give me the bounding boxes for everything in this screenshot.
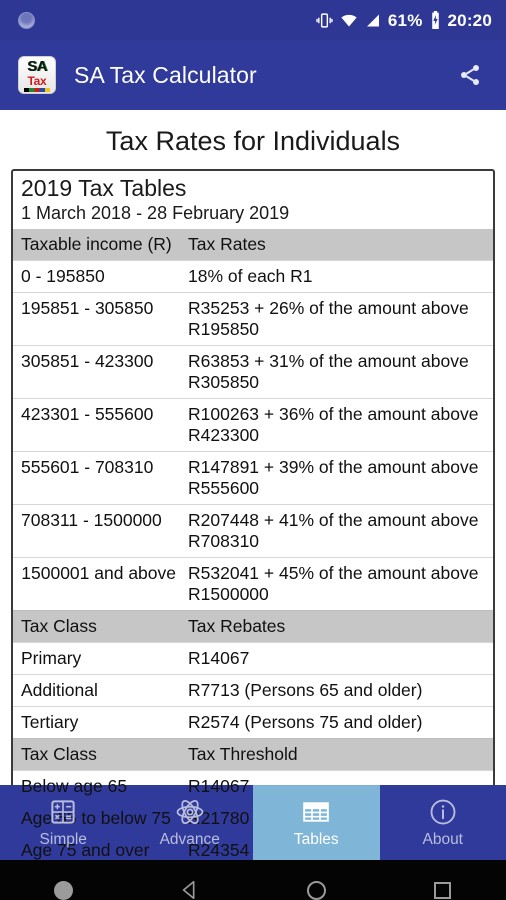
- cell-tax-class: Additional: [13, 674, 180, 707]
- app-bar: SA Tax SA Tax Calculator: [0, 40, 506, 110]
- tab-label: Simple: [39, 831, 87, 849]
- recents-button[interactable]: [380, 881, 506, 899]
- tab-simple[interactable]: Simple: [0, 785, 127, 860]
- tab-tables[interactable]: Tables: [253, 785, 380, 860]
- card-subtitle: 1 March 2018 - 28 February 2019: [21, 203, 290, 224]
- cell-tax-rebate: R14067: [180, 642, 493, 675]
- battery-charging-icon: [431, 11, 439, 29]
- app-logo-icon: SA Tax: [18, 56, 56, 94]
- cell-tax-class: Tertiary: [13, 706, 180, 739]
- tax-rates-table: Taxable income (R) Tax Rates 0 - 195850 …: [13, 229, 493, 867]
- cell-tax-rate: R63853 + 31% of the amount above R305850: [180, 345, 493, 399]
- assistant-button[interactable]: [0, 880, 127, 900]
- back-triangle-icon: [182, 880, 195, 900]
- cell-tax-class: Primary: [13, 642, 180, 675]
- vibrate-icon: [316, 12, 333, 28]
- bottom-tab-bar: Simple Advance Tables About: [0, 785, 506, 860]
- cell-tax-rate: R35253 + 26% of the amount above R195850: [180, 292, 493, 346]
- status-bar-left: [18, 11, 316, 29]
- app-screen: 61% 20:20 SA Tax SA Tax Calculator Tax R: [0, 0, 506, 900]
- tax-tables-card: 2019 Tax Tables 1 March 2018 - 28 Februa…: [11, 169, 495, 869]
- home-button[interactable]: [253, 880, 380, 900]
- column-header: Tax Class: [13, 610, 180, 643]
- app-logo-bottom-text: Tax: [27, 73, 47, 88]
- table-row: 0 - 195850 18% of each R1: [13, 260, 493, 293]
- tab-about[interactable]: About: [380, 785, 506, 860]
- notification-dot-icon: [18, 11, 35, 29]
- cellular-signal-icon: [366, 14, 379, 26]
- atom-icon: [176, 800, 204, 825]
- cell-income-band: 555601 - 708310: [13, 451, 180, 505]
- cell-tax-rate: R207448 + 41% of the amount above R70831…: [180, 504, 493, 558]
- cell-income-band: 305851 - 423300: [13, 345, 180, 399]
- back-button[interactable]: [127, 879, 254, 900]
- column-header: Tax Threshold: [180, 738, 493, 771]
- battery-percent-label: 61%: [387, 10, 423, 30]
- cell-income-band: 1500001 and above: [13, 557, 180, 611]
- cell-income-band: 423301 - 555600: [13, 398, 180, 452]
- table-grid-icon: [303, 802, 330, 822]
- card-title: 2019 Tax Tables: [21, 175, 187, 201]
- table-header-row: Tax Class Tax Threshold: [13, 738, 493, 771]
- android-navigation-bar: [0, 860, 506, 900]
- column-header: Taxable income (R): [13, 229, 180, 261]
- recents-square-icon: [434, 881, 452, 899]
- assistant-dot-icon: [53, 880, 73, 900]
- status-bar-right: 61% 20:20: [316, 11, 492, 29]
- table-row: 555601 - 708310 R147891 + 39% of the amo…: [13, 451, 493, 505]
- cell-income-band: 708311 - 1500000: [13, 504, 180, 558]
- cell-income-band: 195851 - 305850: [13, 292, 180, 346]
- table-header-row: Taxable income (R) Tax Rates: [13, 229, 493, 261]
- status-bar: 61% 20:20: [0, 0, 506, 40]
- table-row: Additional R7713 (Persons 65 and older): [13, 674, 493, 707]
- tax-rates-table-body: Taxable income (R) Tax Rates 0 - 195850 …: [13, 229, 493, 867]
- cell-tax-rate: R147891 + 39% of the amount above R55560…: [180, 451, 493, 505]
- cell-tax-rebate: R7713 (Persons 65 and older): [180, 674, 493, 707]
- cell-income-band: 0 - 195850: [13, 260, 180, 293]
- wifi-icon: [341, 14, 357, 27]
- cell-tax-rate: R100263 + 36% of the amount above R42330…: [180, 398, 493, 452]
- table-header-row: Tax Class Tax Rebates: [13, 610, 493, 643]
- info-icon: [430, 799, 456, 825]
- share-icon: [461, 65, 479, 85]
- table-row: Tertiary R2574 (Persons 75 and older): [13, 706, 493, 739]
- table-row: 195851 - 305850 R35253 + 26% of the amou…: [13, 292, 493, 346]
- cell-tax-rate: 18% of each R1: [180, 260, 493, 293]
- app-logo-flag-stripe: [24, 87, 50, 92]
- page-title: Tax Rates for Individuals: [105, 126, 401, 156]
- column-header: Tax Rates: [180, 229, 493, 261]
- tab-advance[interactable]: Advance: [127, 785, 254, 860]
- column-header: Tax Class: [13, 738, 180, 771]
- clock-label: 20:20: [447, 10, 492, 30]
- cell-tax-rate: R532041 + 45% of the amount above R15000…: [180, 557, 493, 611]
- tab-label: Advance: [159, 831, 220, 849]
- table-row: Primary R14067: [13, 642, 493, 675]
- main-content: Tax Rates for Individuals 2019 Tax Table…: [0, 110, 506, 869]
- table-row: 1500001 and above R532041 + 45% of the a…: [13, 557, 493, 611]
- calculator-icon: [51, 800, 75, 824]
- app-title: SA Tax Calculator: [74, 61, 257, 88]
- tab-label: Tables: [293, 831, 339, 849]
- home-circle-icon: [306, 880, 326, 900]
- table-row: 423301 - 555600 R100263 + 36% of the amo…: [13, 398, 493, 452]
- table-row: 708311 - 1500000 R207448 + 41% of the am…: [13, 504, 493, 558]
- tab-label: About: [422, 831, 463, 849]
- share-button[interactable]: [450, 55, 490, 95]
- app-logo-top-text: SA: [27, 57, 47, 75]
- table-row: 305851 - 423300 R63853 + 31% of the amou…: [13, 345, 493, 399]
- column-header: Tax Rebates: [180, 610, 493, 643]
- cell-tax-rebate: R2574 (Persons 75 and older): [180, 706, 493, 739]
